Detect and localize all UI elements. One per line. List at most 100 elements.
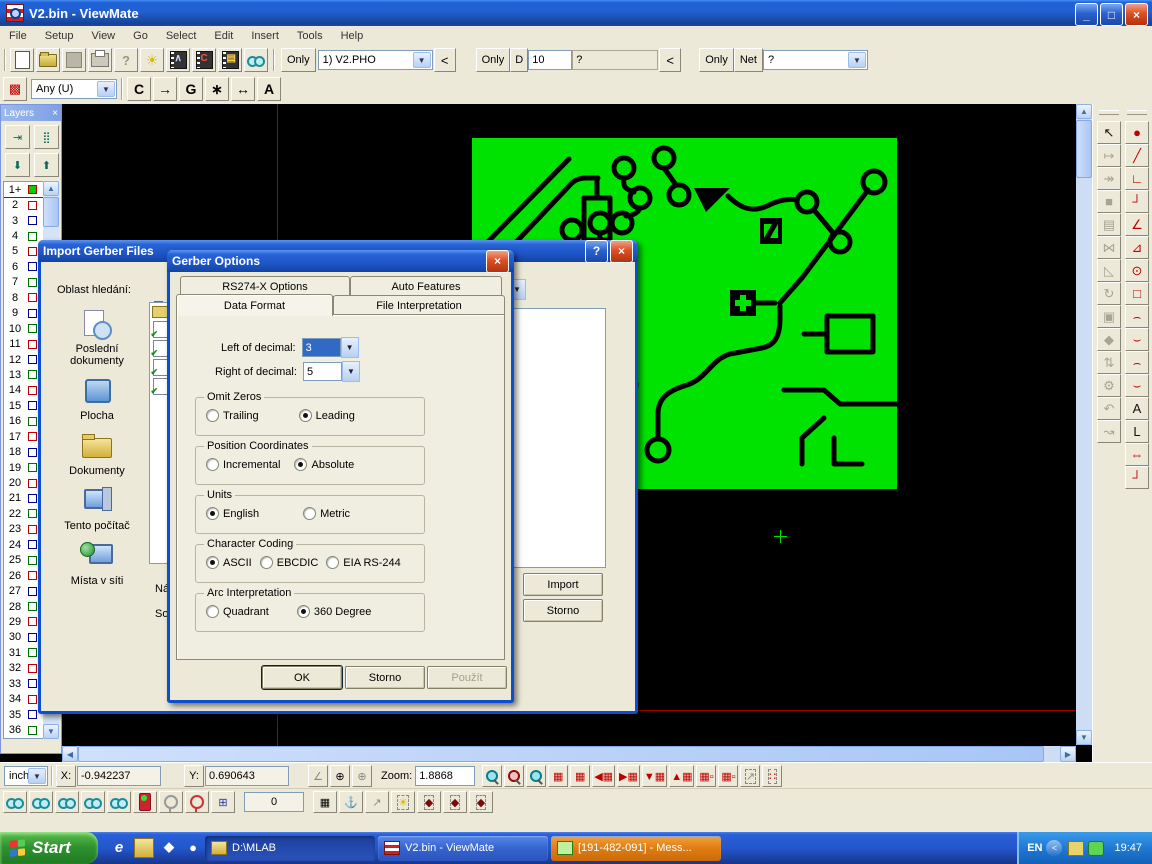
radio-absolute[interactable]: Absolute bbox=[294, 458, 354, 471]
gerber-file-icon[interactable] bbox=[153, 321, 168, 338]
minimize-button[interactable]: _ bbox=[1075, 3, 1098, 26]
horizontal-scroll-thumb[interactable] bbox=[78, 746, 1044, 762]
place-item[interactable]: Tento počítač bbox=[49, 487, 145, 532]
snap-move-icon[interactable]: ⇅ bbox=[1097, 351, 1121, 374]
corners-icon[interactable]: ▣ bbox=[1097, 305, 1121, 328]
cancel-button[interactable]: Storno bbox=[345, 666, 425, 689]
angle-icon[interactable]: ∠ bbox=[308, 765, 328, 787]
scroll-left-icon[interactable]: ◀ bbox=[62, 746, 78, 762]
move-item-icon[interactable]: ↦ bbox=[1097, 144, 1121, 167]
horizontal-scrollbar[interactable]: ◀ ▶ bbox=[62, 746, 1076, 762]
only-layer-button[interactable]: Only bbox=[281, 48, 316, 72]
layer-jump-button[interactable]: ⇥ bbox=[5, 125, 30, 149]
h-arrows-tool-icon[interactable]: ↔ bbox=[231, 77, 255, 101]
grid-full-icon[interactable]: ▦ bbox=[548, 765, 568, 787]
layer-color-swatch[interactable] bbox=[28, 432, 37, 441]
layer-color-swatch[interactable] bbox=[28, 571, 37, 580]
menu-item[interactable]: Help bbox=[332, 28, 373, 44]
zoom-grid-icon[interactable] bbox=[504, 765, 524, 787]
scroll-up-icon[interactable]: ▲ bbox=[1076, 104, 1092, 119]
settings-gear-icon[interactable]: ⚙ bbox=[1097, 374, 1121, 397]
draw-arc3-icon[interactable]: ⌢ bbox=[1125, 351, 1149, 374]
zoom-select-icon[interactable] bbox=[526, 765, 546, 787]
layer-color-swatch[interactable] bbox=[28, 726, 37, 735]
menu-item[interactable]: Go bbox=[124, 28, 157, 44]
layer-color-swatch[interactable] bbox=[28, 695, 37, 704]
context-help-icon[interactable]: ? bbox=[114, 48, 138, 72]
dot-grid-icon[interactable]: ▦ bbox=[313, 791, 337, 813]
aperture-type-combo[interactable]: Any (U) ▼ bbox=[31, 79, 117, 99]
tab-auto-features[interactable]: Auto Features bbox=[350, 276, 502, 297]
rotate-icon[interactable]: ↻ bbox=[1097, 282, 1121, 305]
taskbar-task[interactable]: [191-482-091] - Mess... bbox=[551, 836, 721, 861]
layer-color-swatch[interactable] bbox=[28, 479, 37, 488]
layer-scroll-thumb[interactable] bbox=[43, 197, 59, 227]
scroll-up-icon[interactable]: ▲ bbox=[43, 181, 59, 196]
draw-line-icon[interactable]: ╱ bbox=[1125, 144, 1149, 167]
unit-combo[interactable]: inch ▼ bbox=[4, 766, 48, 786]
layer-move-down-icon[interactable]: ⬇ bbox=[5, 153, 30, 177]
letter-g-tool-icon[interactable]: G bbox=[179, 77, 203, 101]
clock[interactable]: 19:47 bbox=[1114, 842, 1142, 854]
vertical-scroll-thumb[interactable] bbox=[1076, 120, 1092, 178]
layer-color-swatch[interactable] bbox=[28, 340, 37, 349]
pad-diamond3-icon[interactable]: ◆ bbox=[469, 791, 493, 813]
place-item[interactable]: Dokumenty bbox=[49, 432, 145, 477]
draw-arc1-icon[interactable]: ⌢ bbox=[1125, 305, 1149, 328]
copy-move-icon[interactable]: ↠ bbox=[1097, 167, 1121, 190]
draw-arc4-icon[interactable]: ⌣ bbox=[1125, 374, 1149, 397]
bulb-off-icon[interactable] bbox=[159, 791, 183, 813]
chevron-down-icon[interactable]: ▼ bbox=[97, 81, 115, 97]
layer-color-swatch[interactable] bbox=[28, 386, 37, 395]
chevron-down-icon[interactable]: ▼ bbox=[342, 361, 360, 382]
net-combo[interactable]: ? ▼ bbox=[763, 50, 868, 70]
place-item[interactable]: Plocha bbox=[49, 377, 145, 422]
radio-ascii[interactable]: ASCII bbox=[206, 556, 252, 569]
undo-icon[interactable]: ↶ bbox=[1097, 397, 1121, 420]
draw-corner-icon[interactable]: ┘ bbox=[1125, 190, 1149, 213]
layer-color-swatch[interactable] bbox=[28, 324, 37, 333]
close-icon[interactable]: × bbox=[610, 240, 633, 263]
letter-c-tool-icon[interactable]: C bbox=[127, 77, 151, 101]
grid-step-value[interactable]: 0 bbox=[244, 792, 304, 812]
pan-down-icon[interactable]: ▼▦ bbox=[642, 765, 667, 787]
move-pad-icon[interactable]: ◆ bbox=[1097, 328, 1121, 351]
vertical-scrollbar[interactable]: ▲ ▼ bbox=[1076, 104, 1092, 745]
layer-color-swatch[interactable] bbox=[28, 463, 37, 472]
aperture-grid-icon[interactable]: ▩ bbox=[3, 77, 27, 101]
toolbar-grip[interactable] bbox=[1127, 110, 1147, 115]
import-button[interactable]: Import bbox=[523, 573, 603, 596]
menu-item[interactable]: Select bbox=[157, 28, 206, 44]
close-button[interactable]: × bbox=[1125, 3, 1148, 26]
fill-solid-icon[interactable]: ■ bbox=[1097, 190, 1121, 213]
view-glasses5-icon[interactable] bbox=[107, 791, 131, 813]
start-button[interactable]: Start bbox=[0, 832, 98, 864]
tab-data-format[interactable]: Data Format bbox=[176, 294, 333, 316]
layer-list-button[interactable]: ⣿ bbox=[34, 125, 59, 149]
radio-trailing[interactable]: Trailing bbox=[206, 409, 259, 422]
target-icon[interactable]: ⊕ bbox=[330, 765, 350, 787]
dcode-label[interactable]: D bbox=[510, 48, 528, 72]
radio-metric[interactable]: Metric bbox=[303, 507, 350, 520]
prev-dcode-button[interactable]: < bbox=[659, 48, 681, 72]
menu-item[interactable]: Insert bbox=[242, 28, 288, 44]
pan-left-icon[interactable]: ◀▦ bbox=[592, 765, 615, 787]
center-target-icon[interactable]: ⊕ bbox=[352, 765, 372, 787]
layer-color-swatch[interactable] bbox=[28, 309, 37, 318]
view-glasses-icon[interactable] bbox=[244, 48, 268, 72]
net-label[interactable]: Net bbox=[734, 48, 763, 72]
left-of-decimal-value[interactable]: 3 bbox=[302, 338, 341, 357]
tray-collapse-icon[interactable]: < bbox=[1046, 840, 1062, 856]
radio-quadrant[interactable]: Quadrant bbox=[206, 605, 269, 618]
scroll-down-icon[interactable]: ▼ bbox=[43, 724, 59, 739]
prev-layer-button[interactable]: < bbox=[434, 48, 456, 72]
mirror-icon[interactable]: ⋈ bbox=[1097, 236, 1121, 259]
draw-dimension-icon[interactable]: ⇔ bbox=[1125, 443, 1149, 466]
draw-polyline-icon[interactable]: ∟ bbox=[1125, 167, 1149, 190]
view-glasses4-icon[interactable] bbox=[81, 791, 105, 813]
gerber-file-icon[interactable] bbox=[153, 340, 168, 357]
menu-item[interactable]: Tools bbox=[288, 28, 332, 44]
taskbar-task[interactable]: D:\MLAB bbox=[205, 836, 375, 861]
layer-color-swatch[interactable] bbox=[28, 293, 37, 302]
folder-icon[interactable] bbox=[152, 306, 168, 318]
